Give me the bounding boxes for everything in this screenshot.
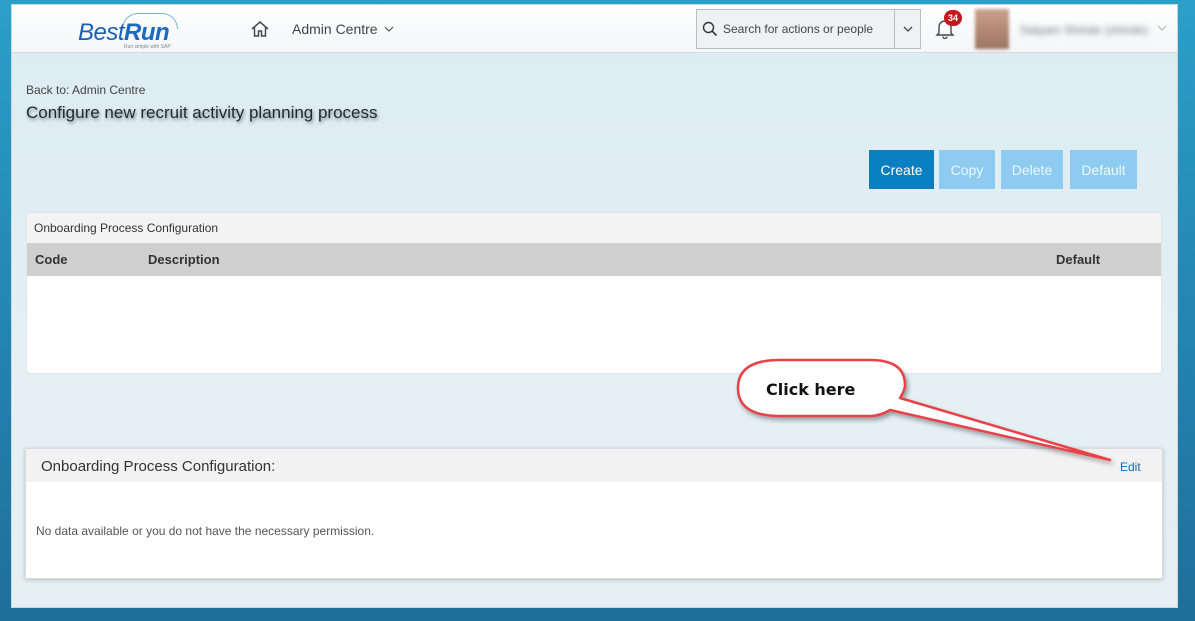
callout-text: Click here (766, 380, 856, 399)
page-title: Configure new recruit activity planning … (26, 103, 378, 122)
avatar[interactable] (975, 9, 1009, 49)
back-link[interactable]: Back to: Admin Centre (26, 83, 145, 97)
edit-link[interactable]: Edit (1120, 460, 1141, 474)
column-header-description[interactable]: Description (148, 252, 220, 267)
bestrun-logo[interactable]: BestRun Run simple with SAP (78, 13, 188, 50)
home-icon[interactable] (250, 19, 270, 39)
search-input[interactable] (723, 22, 891, 36)
column-header-code[interactable]: Code (35, 252, 68, 267)
empty-message: No data available or you do not have the… (36, 524, 375, 538)
admin-centre-menu[interactable]: Admin Centre (292, 21, 394, 37)
nav-title-label: Admin Centre (292, 21, 378, 37)
logo-wordmark: BestRun (78, 19, 170, 46)
create-button[interactable]: Create (869, 150, 934, 189)
user-name[interactable]: Satyam Shinde (shinde) (1020, 23, 1148, 37)
logo-tagline: Run simple with SAP (124, 44, 171, 50)
copy-button[interactable]: Copy (939, 150, 995, 189)
search-dropdown-button[interactable] (894, 10, 920, 48)
detail-panel-title: Onboarding Process Configuration: (41, 458, 276, 475)
column-header-default[interactable]: Default (1056, 252, 1100, 267)
default-button[interactable]: Default (1070, 150, 1137, 189)
delete-button[interactable]: Delete (1001, 150, 1063, 189)
global-search[interactable] (696, 9, 921, 49)
shell-header: BestRun Run simple with SAP Admin Centre (12, 5, 1177, 53)
chevron-down-icon[interactable] (1157, 23, 1167, 33)
app-frame: BestRun Run simple with SAP Admin Centre (11, 4, 1178, 608)
table-header: Code Description Default (27, 243, 1161, 276)
panel-title: Onboarding Process Configuration (34, 221, 219, 235)
process-detail-panel: Onboarding Process Configuration: Edit N… (25, 448, 1163, 579)
process-table-panel: Onboarding Process Configuration Code De… (26, 212, 1162, 374)
notification-badge: 34 (944, 10, 962, 26)
search-icon (697, 10, 723, 48)
chevron-down-icon (384, 26, 394, 32)
detail-panel-header: Onboarding Process Configuration: Edit (26, 449, 1162, 482)
chevron-down-icon (903, 26, 912, 32)
